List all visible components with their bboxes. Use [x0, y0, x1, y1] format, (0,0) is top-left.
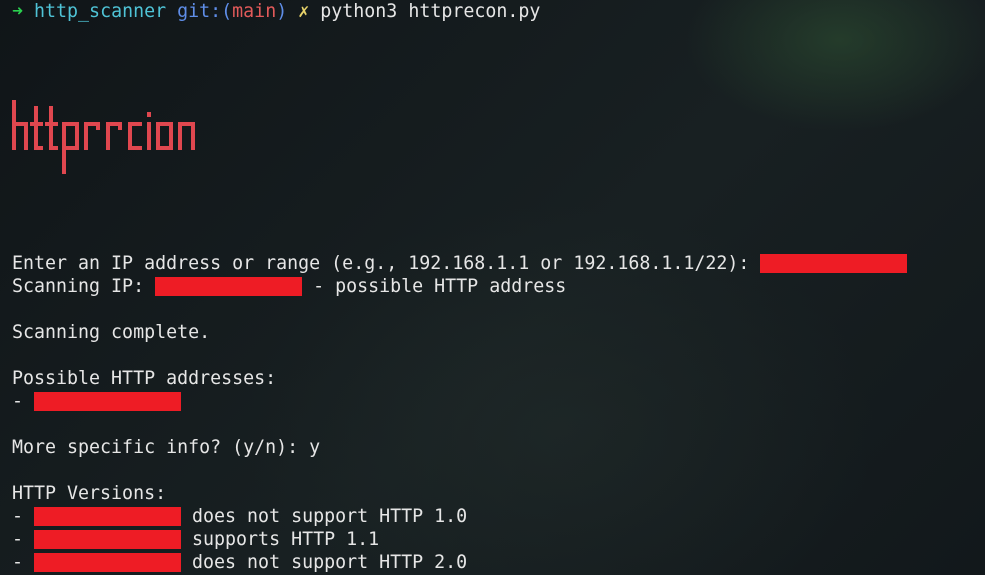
prompt-dirty-icon: ✗	[298, 1, 310, 22]
addresses-header: Possible HTTP addresses:	[12, 368, 277, 389]
prompt-paren-open: (	[221, 1, 233, 22]
list-dash: -	[12, 529, 35, 550]
scanning-ip-suffix: - possible HTTP address	[302, 276, 567, 297]
version-row: - does not support HTTP 1.0	[12, 505, 467, 528]
more-info-answer: y	[309, 437, 321, 458]
redacted-ip-input	[760, 253, 908, 273]
version-status: supports HTTP 1.1	[181, 529, 380, 550]
ip-prompt-line: Enter an IP address or range (e.g., 192.…	[12, 252, 908, 275]
versions-header: HTTP Versions:	[12, 483, 167, 504]
ip-prompt-text: Enter an IP address or range (e.g., 192.…	[12, 253, 761, 274]
redacted-scanning-ip	[155, 276, 303, 296]
version-row: - does not support HTTP 2.0	[12, 551, 467, 574]
list-dash: -	[12, 552, 35, 573]
scanning-ip-line: Scanning IP: - possible HTTP address	[12, 275, 566, 298]
prompt-branch: main	[232, 1, 277, 22]
address-list-item: -	[12, 390, 182, 413]
prompt-paren-close: )	[276, 1, 288, 22]
terminal-window[interactable]: ➜ http_scanner git:(main) ✗ python3 http…	[0, 0, 985, 575]
version-status: does not support HTTP 1.0	[181, 506, 468, 527]
prompt-directory: http_scanner	[34, 1, 167, 22]
redacted-address	[34, 391, 182, 411]
more-info-line: More specific info? (y/n): y	[12, 436, 320, 459]
shell-prompt-line: ➜ http_scanner git:(main) ✗ python3 http…	[12, 0, 540, 23]
prompt-command: python3 httprecon.py	[320, 1, 541, 22]
version-status: does not support HTTP 2.0	[181, 552, 468, 573]
prompt-arrow-icon: ➜	[12, 1, 24, 22]
redacted-address	[34, 529, 182, 549]
scan-complete-line: Scanning complete.	[12, 322, 211, 343]
version-row: - supports HTTP 1.1	[12, 528, 379, 551]
redacted-address	[34, 506, 182, 526]
scanning-ip-label: Scanning IP:	[12, 276, 156, 297]
redacted-address	[34, 552, 182, 572]
list-dash: -	[12, 506, 35, 527]
list-dash: -	[12, 391, 35, 412]
httprecon-banner-logo: httprecon	[12, 100, 195, 174]
prompt-git-label: git:	[177, 1, 222, 22]
more-info-prompt: More specific info? (y/n):	[12, 437, 310, 458]
